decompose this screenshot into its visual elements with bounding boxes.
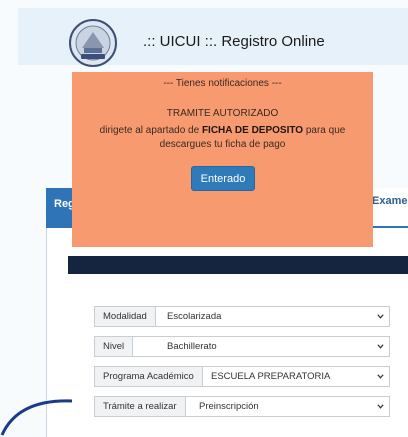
tab-registro[interactable]: Registro xyxy=(46,188,72,228)
notification-title: --- Tienes notificaciones --- xyxy=(163,78,282,89)
modalidad-value: Escolarizada xyxy=(167,311,222,322)
notification-message-line3: descargues tu ficha de pago xyxy=(159,139,286,150)
nivel-select[interactable]: Nivel Bachillerato xyxy=(94,336,390,357)
chevron-down-icon xyxy=(377,314,384,319)
programa-label: Programa Académico xyxy=(95,367,203,386)
site-header: .:: UICUI ::. Registro Online xyxy=(18,8,408,67)
site-title: .:: UICUI ::. Registro Online xyxy=(143,33,325,50)
modalidad-label: Modalidad xyxy=(95,307,156,326)
tramite-select[interactable]: Trámite a realizar Preinscripción xyxy=(94,396,390,417)
modalidad-select[interactable]: Modalidad Escolarizada xyxy=(94,306,390,327)
tab-examen[interactable]: Exame xyxy=(372,195,407,207)
notification-panel: --- Tienes notificaciones --- TRAMITE AU… xyxy=(72,72,373,247)
chevron-down-icon xyxy=(377,374,384,379)
tramite-value: Preinscripción xyxy=(199,401,259,412)
tramite-label: Trámite a realizar xyxy=(95,397,186,416)
university-seal-logo xyxy=(69,19,117,67)
page: .:: UICUI ::. Registro Online Registro E… xyxy=(0,0,408,437)
message-prefix: dirigete al apartado de xyxy=(99,125,202,136)
card-header-bar xyxy=(68,256,408,274)
nivel-label: Nivel xyxy=(95,337,134,356)
decorative-arc xyxy=(0,399,73,436)
programa-select[interactable]: Programa Académico ESCUELA PREPARATORIA xyxy=(94,366,390,387)
message-suffix: para que xyxy=(303,125,346,136)
notification-status: TRAMITE AUTORIZADO xyxy=(166,108,279,119)
enterado-button[interactable]: Enterado xyxy=(191,166,255,191)
message-bold: FICHA DE DEPOSITO xyxy=(201,125,304,136)
chevron-down-icon xyxy=(377,404,384,409)
programa-value: ESCUELA PREPARATORIA xyxy=(211,371,331,382)
nivel-value: Bachillerato xyxy=(167,341,217,352)
notification-message: dirigete al apartado de FICHA DE DEPOSIT… xyxy=(72,125,373,136)
chevron-down-icon xyxy=(377,344,384,349)
